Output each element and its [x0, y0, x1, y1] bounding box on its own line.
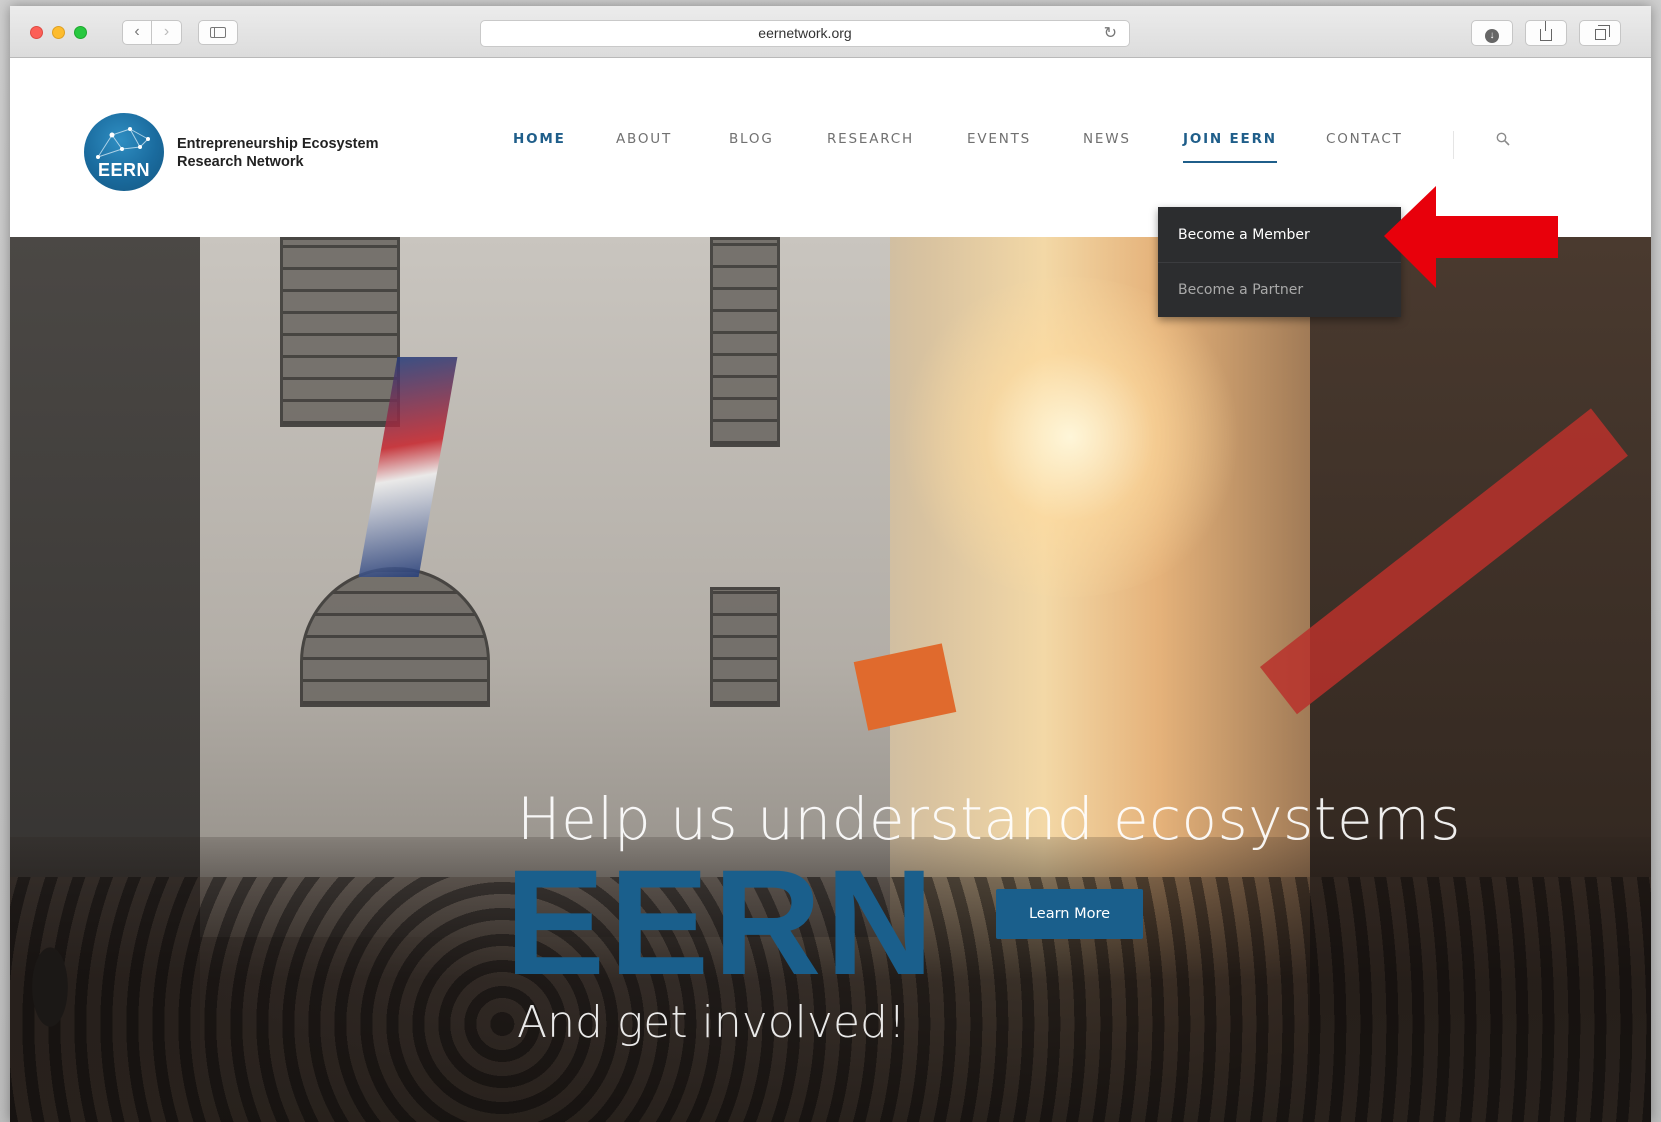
- share-button[interactable]: [1525, 20, 1567, 46]
- download-icon: ↓: [1485, 29, 1499, 43]
- nav-item-about[interactable]: ABOUT: [616, 131, 672, 147]
- browser-toolbar: ‹ › eernetwork.org ↻ ↓: [10, 6, 1651, 58]
- nav-item-research[interactable]: RESEARCH: [827, 131, 914, 147]
- search-icon[interactable]: [1496, 132, 1510, 146]
- downloads-button[interactable]: ↓: [1471, 20, 1513, 46]
- forward-button[interactable]: ›: [152, 20, 182, 45]
- sidebar-icon: [210, 27, 226, 38]
- share-icon: [1540, 21, 1552, 41]
- browser-window: ‹ › eernetwork.org ↻ ↓ EERN Entrepreneur…: [10, 6, 1651, 1122]
- nav-item-join-eern-label: JOIN EERN: [1183, 131, 1277, 147]
- join-eern-dropdown: Become a Member Become a Partner: [1158, 207, 1401, 317]
- logo-text: EERN: [98, 160, 151, 180]
- annotation-arrow-icon: [1384, 186, 1558, 288]
- maximize-window-button[interactable]: [74, 26, 87, 39]
- learn-more-button[interactable]: Learn More: [996, 889, 1143, 939]
- hero-arched-window: [300, 567, 490, 707]
- org-name-line2: Research Network: [177, 154, 304, 170]
- nav-item-events[interactable]: EVENTS: [967, 131, 1031, 147]
- nav-hover-underline: [1183, 161, 1277, 163]
- nav-item-join-eern[interactable]: JOIN EERN: [1183, 131, 1277, 163]
- nav-divider: [1453, 131, 1454, 159]
- hero-banner: Help us understand ecosystems EERN And g…: [10, 237, 1651, 1122]
- tabs-icon: [1594, 25, 1610, 40]
- window-controls: [30, 26, 87, 39]
- minimize-window-button[interactable]: [52, 26, 65, 39]
- address-bar[interactable]: eernetwork.org ↻: [480, 20, 1130, 47]
- hero-subtitle: And get involved!: [517, 997, 906, 1048]
- toolbar-right-buttons: ↓: [1471, 20, 1621, 46]
- network-graphic-icon: [96, 127, 150, 159]
- nav-item-contact[interactable]: CONTACT: [1326, 131, 1403, 147]
- reload-icon[interactable]: ↻: [1104, 21, 1117, 46]
- dropdown-item-become-partner[interactable]: Become a Partner: [1178, 282, 1303, 298]
- nav-item-blog[interactable]: BLOG: [729, 131, 774, 147]
- chevron-left-icon: ‹: [134, 23, 140, 40]
- sidebar-toggle-button[interactable]: [198, 20, 238, 45]
- tabs-overview-button[interactable]: [1579, 20, 1621, 46]
- chevron-right-icon: ›: [163, 23, 170, 40]
- close-window-button[interactable]: [30, 26, 43, 39]
- hero-window: [710, 237, 780, 447]
- nav-item-news[interactable]: NEWS: [1083, 131, 1131, 147]
- hero-brand-text: EERN: [505, 838, 938, 1006]
- back-button[interactable]: ‹: [122, 20, 152, 45]
- hero-sunlight: [890, 277, 1250, 597]
- hero-window: [710, 587, 780, 707]
- organization-name[interactable]: Entrepreneurship Ecosystem Research Netw…: [177, 135, 378, 171]
- dropdown-divider: [1158, 262, 1401, 263]
- url-text: eernetwork.org: [758, 25, 852, 41]
- hero-window: [280, 237, 400, 427]
- org-name-line1: Entrepreneurship Ecosystem: [177, 136, 379, 152]
- site-logo[interactable]: EERN: [84, 113, 164, 191]
- dropdown-item-become-member[interactable]: Become a Member: [1178, 227, 1310, 243]
- history-buttons: ‹ ›: [122, 20, 182, 45]
- nav-item-home[interactable]: HOME: [513, 131, 566, 147]
